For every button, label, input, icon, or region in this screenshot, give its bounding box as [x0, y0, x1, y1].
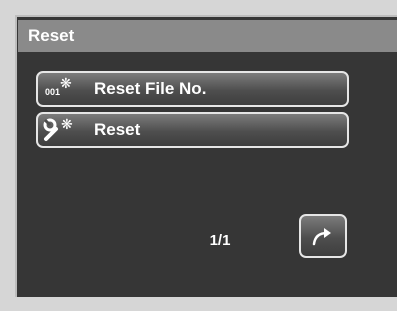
reset-file-no-button[interactable]: 001 ❋ Reset File No. — [36, 71, 349, 107]
reset-file-number-icon: 001 ❋ — [45, 75, 72, 97]
return-arrow-icon — [312, 228, 331, 246]
reset-file-no-label: Reset File No. — [94, 79, 207, 98]
page-title: Reset — [28, 26, 75, 45]
svg-text:❋: ❋ — [61, 117, 73, 133]
wrench-reset-icon: ❋ — [38, 115, 80, 145]
page-indicator: 1/1 — [209, 232, 231, 249]
reset-button[interactable]: ❋ Reset — [36, 112, 349, 148]
title-bar: Reset — [18, 20, 397, 52]
back-button[interactable] — [299, 214, 347, 258]
reset-label: Reset — [94, 120, 141, 139]
